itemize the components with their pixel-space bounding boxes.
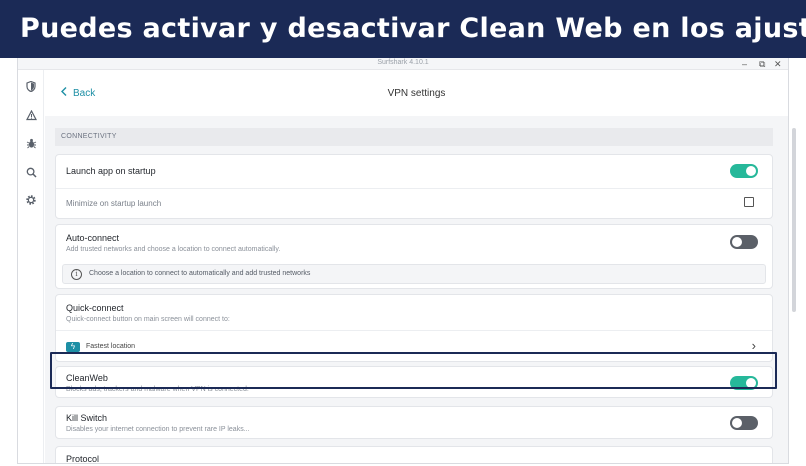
section-label: CONNECTIVITY xyxy=(55,128,773,146)
autoconnect-card: Auto-connect Add trusted networks and ch… xyxy=(55,224,773,289)
main-panel: Back VPN settings CONNECTIVITY Launch ap… xyxy=(45,70,796,463)
caption-banner: Puedes activar y desactivar Clean Web en… xyxy=(0,0,806,58)
launch-toggle[interactable] xyxy=(730,164,758,178)
restore-button[interactable]: ⧉ xyxy=(759,58,765,70)
quickconnect-option[interactable]: Fastest location xyxy=(86,343,135,350)
chevron-right-icon[interactable]: › xyxy=(752,338,756,353)
protocol-title: Protocol xyxy=(66,454,100,463)
autoconnect-subtitle: Add trusted networks and choose a locati… xyxy=(66,246,281,253)
autoconnect-info-text: Choose a location to connect to automati… xyxy=(89,270,311,277)
launch-card: Launch app on startup Minimize on startu… xyxy=(55,154,773,219)
page-title: VPN settings xyxy=(387,88,446,99)
page-header: Back VPN settings xyxy=(45,70,788,116)
killswitch-toggle[interactable] xyxy=(730,416,758,430)
close-button[interactable]: ✕ xyxy=(774,58,782,70)
scrollbar[interactable] xyxy=(792,128,796,312)
search-icon[interactable] xyxy=(23,164,39,180)
gear-icon[interactable] xyxy=(23,192,39,208)
window-title: Surfshark 4.10.1 xyxy=(377,59,429,66)
minimize-button[interactable]: – xyxy=(742,58,747,70)
info-icon: i xyxy=(71,269,82,280)
launch-title: Launch app on startup xyxy=(66,166,156,176)
lightning-icon: ϟ xyxy=(66,342,80,352)
killswitch-title: Kill Switch xyxy=(66,413,108,423)
shield-icon[interactable] xyxy=(23,78,39,94)
killswitch-card: Kill Switch Disables your internet conne… xyxy=(55,406,773,439)
cleanweb-highlight xyxy=(50,352,777,389)
settings-list: CONNECTIVITY Launch app on startup Minim… xyxy=(55,116,773,463)
alert-icon[interactable] xyxy=(23,107,39,123)
sidebar xyxy=(18,70,44,463)
app-window: Surfshark 4.10.1 – ⧉ ✕ Back VPN settings… xyxy=(17,58,796,464)
minimize-label: Minimize on startup launch xyxy=(66,199,162,208)
protocol-card[interactable]: Protocol xyxy=(55,446,773,463)
autoconnect-toggle[interactable] xyxy=(730,235,758,249)
autoconnect-title: Auto-connect xyxy=(66,233,120,243)
killswitch-subtitle: Disables your internet connection to pre… xyxy=(66,426,250,433)
bug-icon[interactable] xyxy=(23,135,39,151)
quickconnect-subtitle: Quick-connect button on main screen will… xyxy=(66,316,230,323)
autoconnect-info[interactable]: i Choose a location to connect to automa… xyxy=(62,264,766,284)
minimize-checkbox[interactable] xyxy=(744,197,754,207)
quickconnect-title: Quick-connect xyxy=(66,303,124,313)
title-bar: Surfshark 4.10.1 – ⧉ ✕ xyxy=(18,58,788,70)
